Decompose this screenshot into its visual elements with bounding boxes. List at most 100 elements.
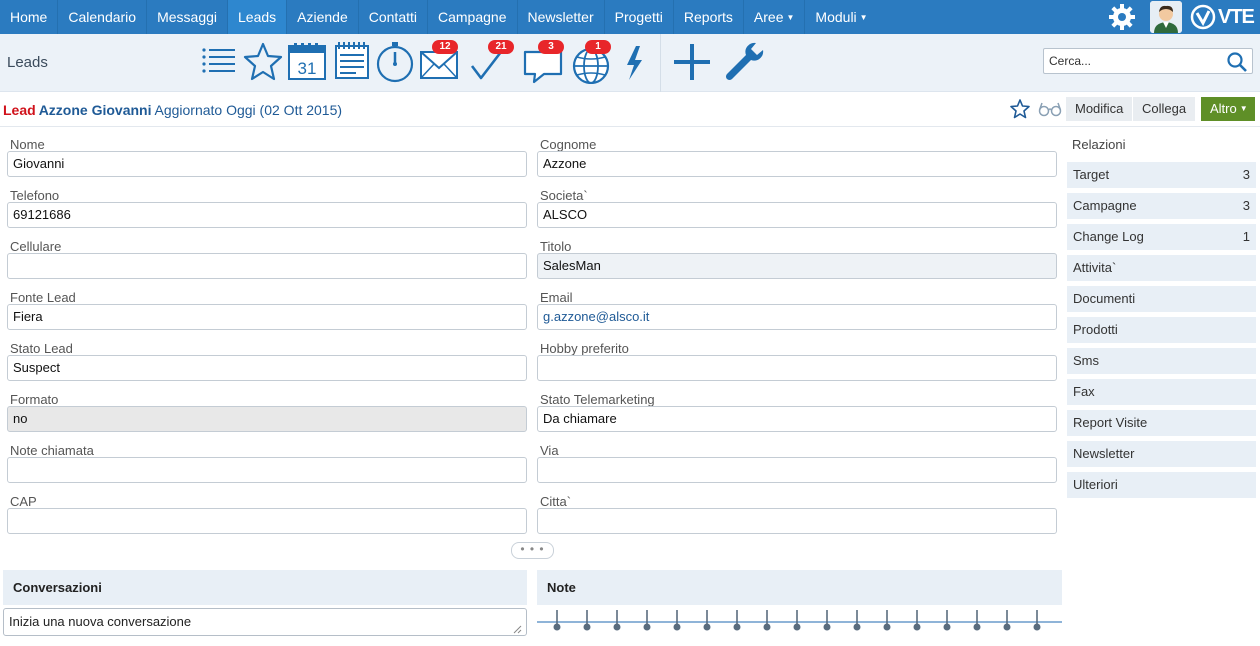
vte-logo[interactable]: VTE — [1190, 0, 1260, 34]
field-label-stato-telemarketing: Stato Telemarketing — [540, 392, 655, 407]
field-cognome[interactable]: Azzone — [537, 151, 1057, 177]
new-conversation-input[interactable]: Inizia una nuova conversazione — [3, 608, 527, 636]
caret-down-icon: ▼ — [786, 13, 795, 22]
relation-report-visite[interactable]: Report Visite — [1067, 410, 1256, 436]
messages-button[interactable]: 12 — [418, 40, 462, 84]
calendar-day-label: 31 — [298, 59, 317, 78]
field-stato-telemarketing[interactable]: Da chiamare — [537, 406, 1057, 432]
relation-label: Change Log — [1073, 229, 1144, 244]
field-nome[interactable]: Giovanni — [7, 151, 527, 177]
relation-label: Newsletter — [1073, 446, 1135, 461]
notes-panel-title: Note — [537, 570, 1062, 605]
field-cellulare[interactable] — [7, 253, 527, 279]
list-icon — [202, 48, 235, 73]
search-icon[interactable] — [1226, 51, 1248, 73]
notes-button[interactable] — [331, 40, 375, 84]
field-label-stato-lead: Stato Lead — [10, 341, 73, 356]
relation-prodotti[interactable]: Prodotti — [1067, 317, 1256, 343]
nav-messaggi[interactable]: Messaggi — [147, 0, 228, 34]
settings-tools-button[interactable] — [722, 40, 766, 84]
field-stato-lead[interactable]: Suspect — [7, 355, 527, 381]
settings-button[interactable] — [1102, 0, 1142, 34]
nav-reports[interactable]: Reports — [674, 0, 744, 34]
nav-progetti[interactable]: Progetti — [605, 0, 674, 34]
favorites-button[interactable] — [241, 40, 285, 84]
relation-count: 3 — [1242, 198, 1250, 213]
field-fonte-lead[interactable]: Fiera — [7, 304, 527, 330]
calendar-button[interactable]: 31 — [286, 40, 330, 84]
tasks-button[interactable]: 21 — [466, 40, 514, 84]
relation-documenti[interactable]: Documenti — [1067, 286, 1256, 312]
relation-sms[interactable]: Sms — [1067, 348, 1256, 374]
relation-newsletter[interactable]: Newsletter — [1067, 441, 1256, 467]
field-label-cellulare: Cellulare — [10, 239, 62, 254]
nav-aziende[interactable]: Aziende — [287, 0, 359, 34]
relation-label: Attivita` — [1073, 260, 1117, 275]
globe-badge: 1 — [585, 40, 611, 54]
calendar-icon: 31 — [288, 43, 326, 80]
field-note-chiamata[interactable] — [7, 457, 527, 483]
relation-attivita[interactable]: Attivita` — [1067, 255, 1256, 281]
resize-handle-icon[interactable] — [512, 624, 522, 634]
field-label-formato: Formato — [10, 392, 59, 407]
timer-button[interactable] — [374, 40, 418, 84]
glasses-icon[interactable] — [1038, 100, 1062, 118]
nav-home[interactable]: Home — [0, 0, 59, 34]
relation-change-log[interactable]: Change Log 1 — [1067, 224, 1256, 250]
avatar[interactable] — [1150, 1, 1182, 33]
field-hobby[interactable] — [537, 355, 1057, 381]
relation-label: Prodotti — [1073, 322, 1118, 337]
nav-aree-dropdown[interactable]: Aree ▼ — [744, 0, 806, 34]
conversations-button[interactable]: 3 — [522, 40, 566, 84]
relation-label: Report Visite — [1073, 415, 1148, 430]
relation-target[interactable]: Target 3 — [1067, 162, 1256, 188]
field-label-via: Via — [540, 443, 559, 458]
module-title: Leads — [7, 54, 48, 71]
field-via[interactable] — [537, 457, 1057, 483]
field-telefono[interactable]: 69121686 — [7, 202, 527, 228]
user-avatar-icon — [1150, 1, 1182, 33]
relation-count: 3 — [1242, 167, 1250, 182]
field-cap[interactable] — [7, 508, 527, 534]
field-societa[interactable]: ALSCO — [537, 202, 1057, 228]
field-titolo[interactable]: SalesMan — [537, 253, 1057, 279]
create-button[interactable] — [670, 40, 714, 84]
nav-campagne[interactable]: Campagne — [428, 0, 518, 34]
more-actions-button[interactable]: Altro ▼ — [1201, 97, 1255, 121]
quick-actions-button[interactable] — [616, 40, 660, 84]
link-button[interactable]: Collega — [1133, 97, 1196, 121]
record-type: Lead — [3, 102, 36, 118]
web-button[interactable]: 1 — [569, 40, 613, 84]
caret-down-icon: ▼ — [1239, 104, 1248, 113]
relation-fax[interactable]: Fax — [1067, 379, 1256, 405]
field-citta[interactable] — [537, 508, 1057, 534]
nav-calendario[interactable]: Calendario — [58, 0, 148, 34]
relation-campagne[interactable]: Campagne 3 — [1067, 193, 1256, 219]
field-label-telefono: Telefono — [10, 188, 60, 203]
record-header: Lead Azzone Giovanni Aggiornato Oggi (02 O… — [0, 92, 1260, 127]
relation-ulteriori[interactable]: Ulteriori — [1067, 472, 1256, 498]
field-formato: no — [7, 406, 527, 432]
tasks-badge: 21 — [488, 40, 514, 54]
list-view-button[interactable] — [198, 40, 242, 84]
field-label-note-chiamata: Note chiamata — [10, 443, 94, 458]
nav-leads[interactable]: Leads — [228, 0, 288, 34]
relation-count: 1 — [1242, 229, 1250, 244]
field-label-cognome: Cognome — [540, 137, 597, 152]
nav-aree-label: Aree — [753, 9, 784, 25]
show-more-fields-toggle[interactable]: • • • — [511, 542, 554, 559]
search-input[interactable] — [1044, 49, 1224, 73]
nav-newsletter[interactable]: Newsletter — [518, 0, 605, 34]
field-label-citta: Citta` — [540, 494, 572, 509]
relation-label: Target — [1073, 167, 1110, 182]
nav-contatti[interactable]: Contatti — [359, 0, 428, 34]
nav-moduli-dropdown[interactable]: Moduli ▼ — [805, 0, 877, 34]
gear-icon — [1109, 4, 1135, 30]
relation-label: Campagne — [1073, 198, 1137, 213]
field-email[interactable]: g.azzone@alsco.it — [537, 304, 1057, 330]
field-label-titolo: Titolo — [540, 239, 572, 254]
relation-label: Fax — [1073, 384, 1095, 399]
modify-button[interactable]: Modifica — [1066, 97, 1133, 121]
mail-badge: 12 — [432, 40, 458, 54]
favorite-star-icon[interactable] — [1009, 98, 1031, 120]
